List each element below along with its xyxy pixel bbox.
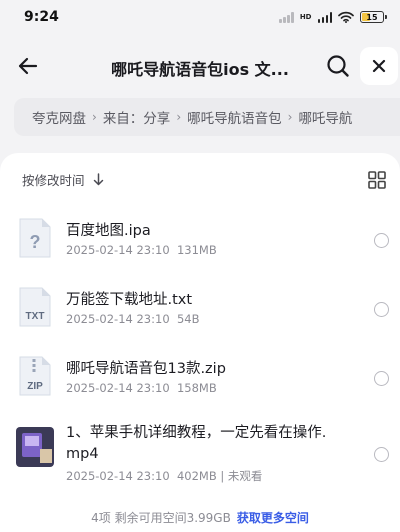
- chevron-right-icon: ›: [176, 110, 182, 124]
- select-checkbox[interactable]: [374, 302, 389, 317]
- storage-footer: 4项 剩余可用空间3.99GB 获取更多空间: [0, 509, 400, 526]
- close-button[interactable]: [360, 47, 398, 85]
- file-meta: 2025-02-14 23:10 131MB: [66, 243, 217, 257]
- close-icon: [372, 59, 386, 73]
- page-title: 哪吒导航语音包ios 文...: [111, 60, 289, 79]
- svg-text:TXT: TXT: [26, 311, 45, 322]
- file-row[interactable]: TXT 万能签下载地址.txt 2025-02-14 23:10 54B: [0, 278, 400, 340]
- breadcrumb-item-folder[interactable]: 哪吒导航语音包: [187, 107, 282, 127]
- file-list-panel: 按修改时间 ? 百度地图.ipa 2025-02-14 23:10 131MB …: [0, 153, 400, 532]
- file-meta: 2025-02-14 23:10 402MB | 未观看: [66, 469, 263, 483]
- battery-icon: 15: [360, 11, 387, 23]
- status-icons: HD 15: [279, 11, 387, 23]
- file-row[interactable]: ? 百度地图.ipa 2025-02-14 23:10 131MB: [0, 209, 400, 271]
- status-bar: 9:24 HD 15: [0, 0, 400, 34]
- file-name: 百度地图.ipa: [66, 223, 151, 239]
- txt-file-icon: TXT: [19, 287, 51, 327]
- breadcrumb-item-root[interactable]: 夸克网盘: [32, 107, 86, 127]
- chevron-right-icon: ›: [92, 110, 97, 124]
- storage-summary: 4项 剩余可用空间3.99GB: [91, 511, 231, 525]
- file-row[interactable]: 1、苹果手机详细教程，一定先看在操作. mp4 2025-02-14 23:10 …: [0, 415, 400, 495]
- file-meta: 2025-02-14 23:10 158MB: [66, 381, 217, 395]
- battery-level: 15: [366, 12, 378, 22]
- select-checkbox[interactable]: [374, 233, 389, 248]
- arrow-down-icon: [93, 173, 103, 186]
- status-time: 9:24: [24, 9, 59, 25]
- back-button[interactable]: [14, 52, 42, 80]
- file-name: 哪吒导航语音包13款.zip: [66, 361, 226, 377]
- get-more-space-link[interactable]: 获取更多空间: [237, 511, 309, 525]
- arrow-left-icon: [18, 57, 38, 75]
- unknown-file-icon: ?: [19, 218, 51, 258]
- signal-icon: [279, 11, 294, 23]
- file-row[interactable]: ZIP 哪吒导航语音包13款.zip 2025-02-14 23:10 158M…: [0, 347, 400, 409]
- nav-bar: 哪吒导航语音包ios 文...: [0, 44, 400, 88]
- breadcrumb: 夸克网盘 › 来自：分享 › 哪吒导航语音包 › 哪吒导航: [14, 98, 400, 136]
- file-meta: 2025-02-14 23:10 54B: [66, 312, 200, 326]
- sort-button[interactable]: 按修改时间: [22, 170, 104, 189]
- file-name: 1、苹果手机详细教程，一定先看在操作. mp4: [66, 425, 327, 462]
- select-checkbox[interactable]: [374, 447, 389, 462]
- select-checkbox[interactable]: [374, 371, 389, 386]
- breadcrumb-item-current[interactable]: 哪吒导航: [298, 107, 352, 127]
- svg-text:?: ?: [30, 232, 41, 252]
- video-thumbnail-icon: [16, 427, 54, 467]
- wifi-icon: [338, 11, 354, 23]
- search-icon: [327, 55, 349, 77]
- cellular-signal-icon: [317, 11, 332, 23]
- zip-file-icon: ZIP: [19, 356, 51, 396]
- file-name: 万能签下载地址.txt: [66, 292, 193, 308]
- sort-label: 按修改时间: [22, 173, 85, 188]
- grid-view-icon[interactable]: [368, 171, 386, 189]
- svg-text:ZIP: ZIP: [27, 381, 43, 392]
- search-button[interactable]: [324, 52, 352, 80]
- breadcrumb-item-share[interactable]: 来自：分享: [103, 107, 171, 127]
- network-label: HD: [299, 12, 312, 21]
- chevron-right-icon: ›: [287, 110, 293, 124]
